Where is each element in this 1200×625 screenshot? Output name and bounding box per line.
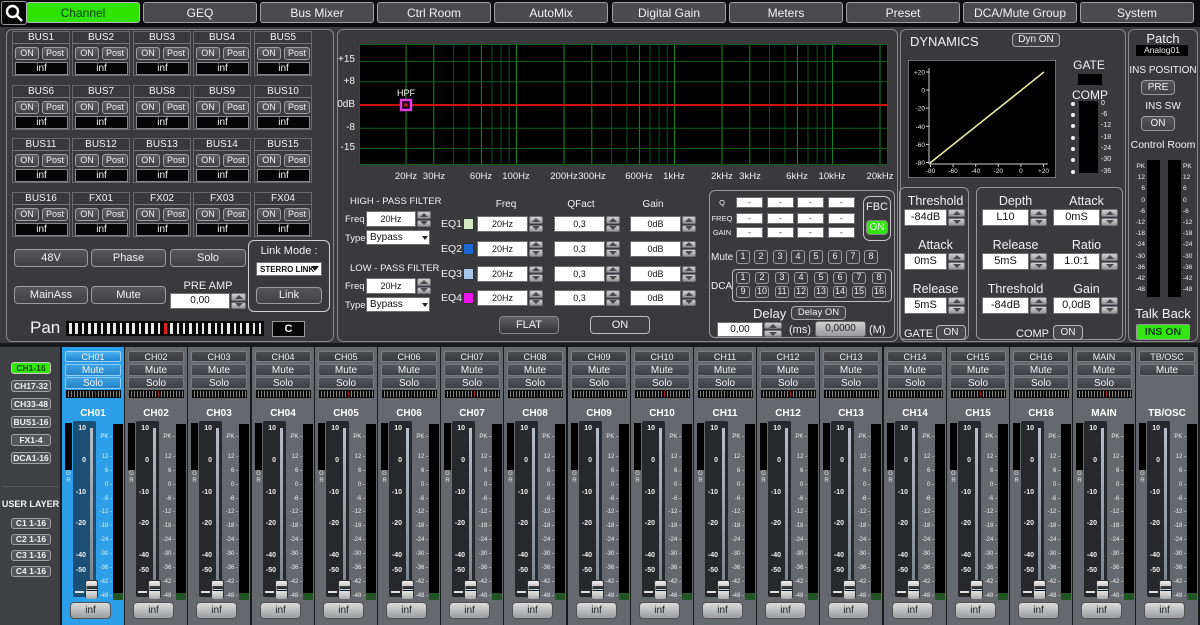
svg-text:-60: -60 xyxy=(948,168,958,175)
svg-text:-60: -60 xyxy=(916,142,926,149)
svg-text:0: 0 xyxy=(1019,168,1023,175)
svg-text:+20: +20 xyxy=(1038,168,1049,175)
svg-text:+20: +20 xyxy=(914,70,925,77)
svg-text:HPF: HPF xyxy=(397,88,416,98)
svg-text:-80: -80 xyxy=(916,160,926,167)
svg-text:0: 0 xyxy=(921,88,925,95)
svg-text:-20: -20 xyxy=(994,168,1004,175)
svg-text:-80: -80 xyxy=(926,168,936,175)
svg-text:-40: -40 xyxy=(916,124,926,131)
svg-text:-40: -40 xyxy=(971,168,981,175)
svg-text:-20: -20 xyxy=(916,106,926,113)
